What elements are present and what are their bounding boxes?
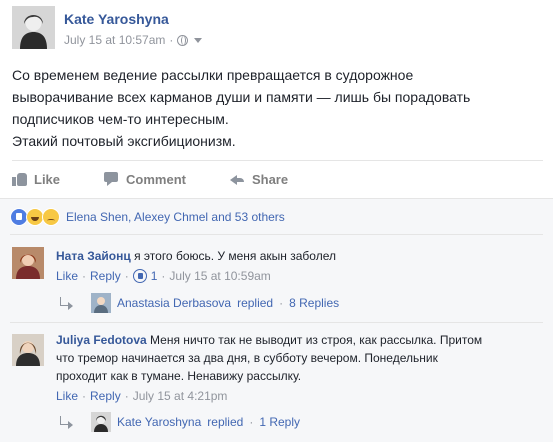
comment-like-link[interactable]: Like bbox=[56, 389, 78, 403]
divider bbox=[10, 234, 543, 235]
meta-separator: · bbox=[82, 389, 87, 403]
post-author-name[interactable]: Kate Yaroshyna bbox=[64, 11, 169, 27]
reply-count[interactable]: 1 Reply bbox=[259, 415, 300, 429]
post-text: Со временем ведение рассылки превращаетс… bbox=[12, 64, 542, 152]
meta-separator: · bbox=[124, 389, 129, 403]
comment-text-line: проходит как в тумане. Ненавижу рассылку… bbox=[56, 369, 302, 383]
comment-author[interactable]: Ната Зайонц bbox=[56, 249, 131, 263]
sad-reaction-icon bbox=[42, 208, 60, 226]
comment-author[interactable]: Juliya Fedotova bbox=[56, 333, 147, 347]
post-text-line: подписчиков чем-то интересным. bbox=[12, 111, 229, 127]
comment: Ната Зайонц я этого боюсь. У меня акын з… bbox=[56, 247, 336, 265]
reply-count[interactable]: 8 Replies bbox=[289, 296, 339, 310]
comment-button[interactable]: Comment bbox=[104, 172, 186, 187]
thumbs-up-icon bbox=[12, 172, 27, 186]
share-icon bbox=[229, 172, 245, 186]
reply-arrow-icon bbox=[60, 296, 69, 306]
comment-icon bbox=[104, 172, 119, 186]
reply-author[interactable]: Anastasia Derbasova bbox=[117, 296, 231, 310]
comment-meta: Like · Reply · 1 · July 15 at 10:59am bbox=[56, 269, 271, 283]
post-actions: Like Comment Share bbox=[12, 168, 332, 190]
replies-link[interactable]: Anastasia Derbasova replied · 8 Replies bbox=[60, 293, 339, 313]
reactions-summary[interactable]: Elena Shen, Alexey Chmel and 53 others bbox=[10, 208, 285, 226]
meta-separator: · bbox=[279, 296, 284, 310]
comment-avatar[interactable] bbox=[12, 247, 44, 279]
divider bbox=[12, 160, 543, 161]
share-label: Share bbox=[251, 171, 289, 187]
post-text-line: Этакий почтовый эксгибиционизм. bbox=[12, 133, 236, 149]
share-button[interactable]: Share bbox=[229, 171, 289, 187]
comment-reply-link[interactable]: Reply bbox=[90, 389, 121, 403]
comment-timestamp[interactable]: July 15 at 4:21pm bbox=[133, 389, 228, 403]
reply-author[interactable]: Kate Yaroshyna bbox=[117, 415, 201, 429]
reply-avatar bbox=[91, 412, 111, 432]
comment-label: Comment bbox=[126, 171, 186, 187]
comment: Juliya Fedotova Меня ничто так не выводи… bbox=[56, 331, 482, 385]
meta-separator: · bbox=[249, 415, 254, 429]
meta-separator: · bbox=[161, 269, 166, 283]
comment-meta: Like · Reply · July 15 at 4:21pm bbox=[56, 389, 227, 403]
comment-like-count[interactable]: 1 bbox=[151, 269, 158, 283]
meta-separator: · bbox=[82, 269, 87, 283]
author-avatar[interactable] bbox=[12, 6, 55, 49]
post-text-line: выворачивание всех карманов души и памят… bbox=[12, 89, 471, 105]
comment-avatar[interactable] bbox=[12, 334, 44, 366]
divider bbox=[10, 322, 543, 323]
divider bbox=[0, 198, 553, 199]
post-meta: July 15 at 10:57am · bbox=[64, 33, 203, 47]
post-timestamp[interactable]: July 15 at 10:57am bbox=[64, 33, 165, 47]
chevron-down-icon[interactable] bbox=[194, 37, 203, 43]
replies-link[interactable]: Kate Yaroshyna replied · 1 Reply bbox=[60, 412, 300, 432]
comment-reply-link[interactable]: Reply bbox=[90, 269, 121, 283]
reply-avatar bbox=[91, 293, 111, 313]
comment-text-line: что тремор начинается за два дня, в субб… bbox=[56, 351, 438, 365]
reply-action: replied bbox=[207, 415, 244, 429]
post-text-line: Со временем ведение рассылки превращаетс… bbox=[12, 67, 414, 83]
comment-text-line: Меня ничто так не выводит из строя, как … bbox=[150, 333, 483, 347]
meta-separator: · bbox=[169, 33, 174, 47]
like-button[interactable]: Like bbox=[12, 172, 60, 187]
comment-timestamp[interactable]: July 15 at 10:59am bbox=[169, 269, 270, 283]
reply-arrow-icon bbox=[60, 415, 69, 425]
comment-like-link[interactable]: Like bbox=[56, 269, 78, 283]
meta-separator: · bbox=[124, 269, 129, 283]
reply-action: replied bbox=[237, 296, 274, 310]
like-label: Like bbox=[34, 171, 61, 187]
like-count-icon bbox=[132, 269, 147, 283]
reactors-text[interactable]: Elena Shen, Alexey Chmel and 53 others bbox=[66, 210, 285, 224]
globe-icon[interactable] bbox=[177, 34, 189, 46]
comment-text: я этого боюсь. У меня акын заболел bbox=[134, 249, 336, 263]
